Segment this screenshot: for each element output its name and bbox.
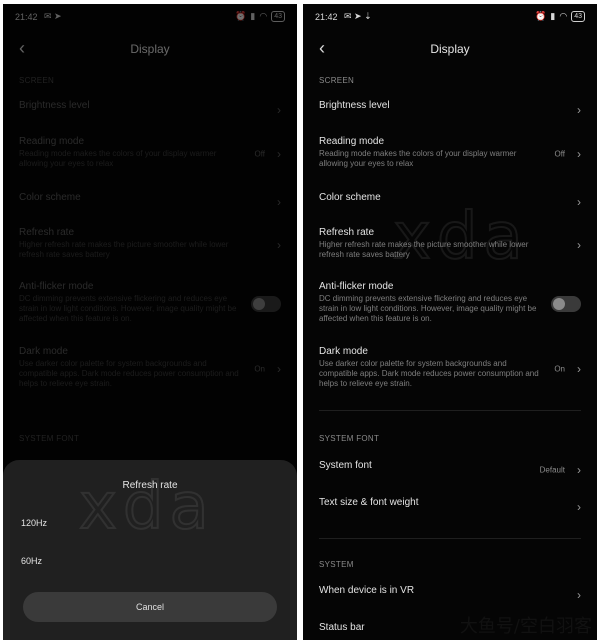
- wifi-icon: ◠: [559, 11, 568, 21]
- refresh-rate-sheet: Refresh rate xda 120Hz 60Hz Cancel: [3, 460, 297, 640]
- header: ‹ Display: [303, 38, 597, 62]
- signal-icon: ▮: [550, 11, 556, 21]
- chevron-right-icon: ›: [577, 238, 581, 252]
- antiflicker-label: Anti-flicker mode: [319, 281, 394, 292]
- refresh-rate-row[interactable]: Refresh rate Higher refresh rate makes t…: [319, 227, 581, 263]
- status-time: 21:42: [315, 12, 338, 22]
- anti-flicker-toggle[interactable]: [551, 296, 581, 312]
- section-screen: SCREEN: [319, 76, 355, 85]
- vr-label: When device is in VR: [319, 585, 415, 596]
- section-system-font: SYSTEM FONT: [319, 434, 380, 443]
- color-scheme-row[interactable]: Color scheme ›: [319, 192, 581, 212]
- antiflicker-desc: DC dimming prevents extensive flickering…: [319, 294, 537, 323]
- xda-watermark: xda: [78, 469, 215, 545]
- dark-label: Dark mode: [319, 346, 368, 357]
- brightness-label: Brightness level: [319, 100, 390, 111]
- right-phone-screen: 21:42 ✉ ➤ ⇣ ⏰ ▮ ◠ 43 ‹ Display xda SCREE…: [303, 4, 597, 640]
- cancel-button[interactable]: Cancel: [23, 592, 277, 622]
- vr-row[interactable]: When device is in VR ›: [319, 585, 581, 605]
- color-label: Color scheme: [319, 192, 381, 203]
- option-60hz[interactable]: 60Hz: [21, 556, 42, 566]
- text-size-row[interactable]: Text size & font weight ›: [319, 497, 581, 517]
- chevron-right-icon: ›: [577, 500, 581, 514]
- notification-icons: ✉ ➤ ⇣: [344, 11, 372, 21]
- divider: [319, 538, 581, 539]
- source-watermark: 大鱼号/空白羽客: [459, 616, 592, 637]
- divider: [319, 410, 581, 411]
- chevron-right-icon: ›: [577, 362, 581, 376]
- section-system: SYSTEM: [319, 560, 354, 569]
- battery-icon: 43: [571, 11, 585, 22]
- alarm-icon: ⏰: [535, 11, 547, 21]
- system-font-row[interactable]: System font Default ›: [319, 460, 581, 480]
- page-title: Display: [430, 42, 470, 56]
- text-size-label: Text size & font weight: [319, 497, 419, 508]
- refresh-label: Refresh rate: [319, 227, 375, 238]
- reading-label: Reading mode: [319, 136, 385, 147]
- toggle-knob: [553, 298, 565, 310]
- reading-desc: Reading mode makes the colors of your di…: [319, 149, 517, 168]
- left-phone-screen: 21:42 ✉ ➤ ⏰ ▮ ◠ 43 ‹ Display SCREEN Brig…: [3, 4, 297, 640]
- chevron-right-icon: ›: [577, 147, 581, 161]
- dark-desc: Use darker color palette for system back…: [319, 359, 539, 388]
- chevron-right-icon: ›: [577, 103, 581, 117]
- option-120hz[interactable]: 120Hz: [21, 518, 47, 528]
- brightness-level-row[interactable]: Brightness level ›: [319, 100, 581, 120]
- reading-mode-row[interactable]: Reading mode Reading mode makes the colo…: [319, 136, 581, 172]
- status-icons: ⏰ ▮ ◠ 43: [535, 11, 585, 22]
- system-font-value: Default: [539, 465, 565, 475]
- chevron-right-icon: ›: [577, 463, 581, 477]
- dark-mode-row[interactable]: Dark mode Use darker color palette for s…: [319, 346, 581, 392]
- dark-value: On: [554, 364, 565, 374]
- chevron-right-icon: ›: [577, 588, 581, 602]
- anti-flicker-row[interactable]: Anti-flicker mode DC dimming prevents ex…: [319, 281, 581, 327]
- chevron-right-icon: ›: [577, 195, 581, 209]
- refresh-desc: Higher refresh rate makes the picture sm…: [319, 240, 529, 259]
- status-bar: 21:42 ✉ ➤ ⇣ ⏰ ▮ ◠ 43: [303, 4, 597, 30]
- reading-value: Off: [554, 149, 565, 159]
